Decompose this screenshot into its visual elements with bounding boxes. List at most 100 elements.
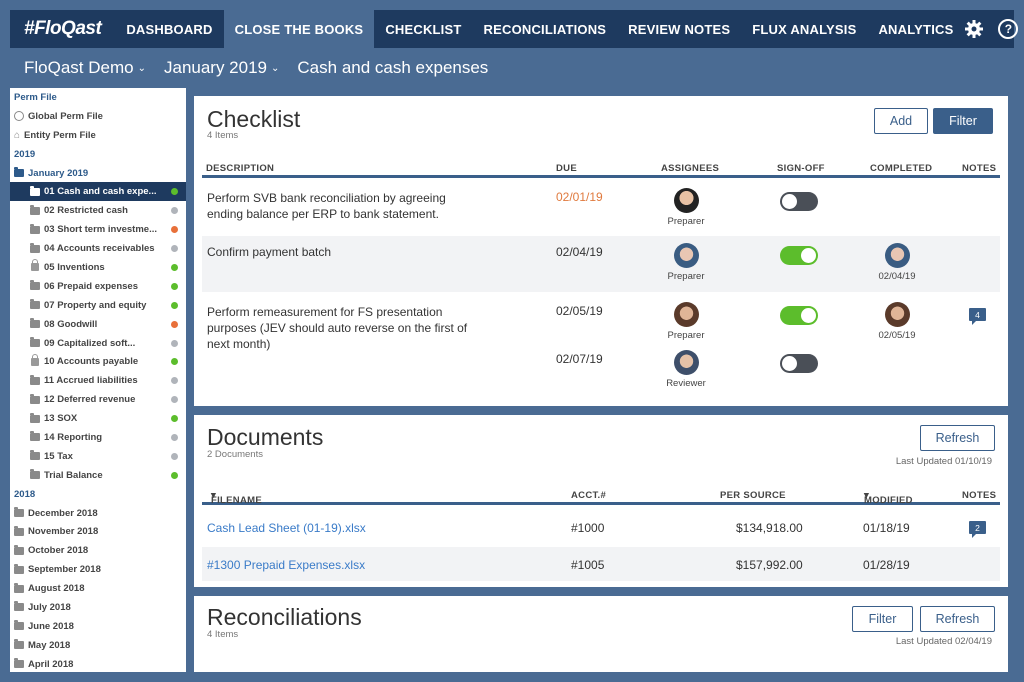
sidebar-folder-item[interactable]: 07 Property and equity xyxy=(10,296,186,315)
col-completed[interactable]: COMPLETED xyxy=(870,163,932,174)
sidebar-folder-item[interactable]: 13 SOX xyxy=(10,409,186,428)
sign-off-toggle[interactable] xyxy=(780,306,818,325)
folder-icon xyxy=(14,167,24,177)
col-sign-off[interactable]: SIGN-OFF xyxy=(777,163,825,174)
sidebar-folder-item[interactable]: 06 Prepaid expenses xyxy=(10,277,186,296)
sidebar-month-item[interactable]: August 2018 xyxy=(10,579,186,598)
acct-number: #1005 xyxy=(571,558,605,572)
folder-icon xyxy=(30,318,40,329)
sidebar-folder-item[interactable]: 02 Restricted cash xyxy=(10,201,186,220)
sidebar-item-entity-perm[interactable]: ⌂ Entity Perm File xyxy=(10,126,186,145)
col-notes[interactable]: NOTES xyxy=(962,163,996,174)
due-date: 02/01/19 xyxy=(556,190,603,204)
table-row[interactable]: Perform remeasurement for FS presentatio… xyxy=(202,292,1000,402)
sidebar-month-item[interactable]: September 2018 xyxy=(10,560,186,579)
documents-header: FILENAME ▾ ACCT.# PER SOURCE MODIFIED ▾ … xyxy=(202,485,1000,506)
table-row[interactable]: Perform SVB bank reconciliation by agree… xyxy=(202,182,1000,236)
col-due[interactable]: DUE xyxy=(556,163,577,174)
sidebar-month-item[interactable]: July 2018 xyxy=(10,598,186,617)
refresh-button[interactable]: Refresh xyxy=(920,606,995,632)
add-button[interactable]: Add xyxy=(874,108,928,134)
folder-icon xyxy=(14,620,24,631)
year-2019-heading[interactable]: 2019 xyxy=(10,145,186,164)
sidebar-folder-item[interactable]: 10 Accounts payable xyxy=(10,352,186,371)
nav-reconciliations[interactable]: RECONCILIATIONS xyxy=(473,10,618,48)
sidebar-month-item[interactable]: October 2018 xyxy=(10,541,186,560)
period-selector[interactable]: January 2019 ⌄ xyxy=(164,58,279,78)
documents-panel: Documents 2 Documents Refresh Last Updat… xyxy=(194,415,1008,587)
sidebar-month-item[interactable]: May 2018 xyxy=(10,636,186,655)
sign-off-toggle[interactable] xyxy=(780,354,818,373)
sidebar-folder-item[interactable]: 03 Short term investme... xyxy=(10,220,186,239)
sign-off-toggle[interactable] xyxy=(780,192,818,211)
col-notes[interactable]: NOTES xyxy=(962,490,996,501)
sidebar-folder-item[interactable]: 08 Goodwill xyxy=(10,315,186,334)
floqast-logo[interactable]: #FloQast xyxy=(10,18,115,40)
nav-dashboard[interactable]: DASHBOARD xyxy=(115,10,223,48)
help-icon[interactable]: ? xyxy=(998,19,1019,39)
status-dot xyxy=(171,301,178,309)
sidebar-folder-item[interactable]: 14 Reporting xyxy=(10,428,186,447)
sidebar-item-label: 09 Capitalized soft... xyxy=(44,337,136,349)
sidebar-folder-item[interactable]: 15 Tax xyxy=(10,447,186,466)
assignee[interactable]: Preparer xyxy=(656,302,716,341)
nav-flux-analysis[interactable]: FLUX ANALYSIS xyxy=(741,10,867,48)
table-row[interactable]: Cash Lead Sheet (01-19).xlsx #1000 $134,… xyxy=(202,509,1000,547)
checklist-panel: Checklist 4 Items Add Filter DESCRIPTION… xyxy=(194,96,1008,406)
table-row[interactable]: #1300 Prepaid Expenses.xlsx #1005 $157,9… xyxy=(202,547,1000,581)
notes-badge[interactable]: 2 xyxy=(969,521,986,538)
sidebar-folder-item[interactable]: 04 Accounts receivables xyxy=(10,239,186,258)
col-modified[interactable]: MODIFIED ▾ xyxy=(864,490,913,506)
acct-number: #1000 xyxy=(571,521,605,535)
task-description: Perform remeasurement for FS presentatio… xyxy=(207,305,468,351)
sidebar-folder-item[interactable]: 09 Capitalized soft... xyxy=(10,334,186,353)
sidebar-folder-item[interactable]: 01 Cash and cash expe... xyxy=(10,182,186,202)
file-link[interactable]: Cash Lead Sheet (01-19).xlsx xyxy=(207,521,366,535)
sidebar-item-label: 01 Cash and cash expe... xyxy=(44,186,157,198)
col-description[interactable]: DESCRIPTION xyxy=(206,163,274,174)
sidebar-item-global-perm[interactable]: Global Perm File xyxy=(10,107,186,126)
sidebar-folder-item[interactable]: Trial Balance xyxy=(10,466,186,485)
folder-icon xyxy=(14,525,24,536)
sidebar-month-item[interactable]: April 2018 xyxy=(10,655,186,672)
notes-badge[interactable]: 4 xyxy=(969,308,986,325)
assignee[interactable]: Preparer xyxy=(656,243,716,282)
year-2018-heading[interactable]: 2018 xyxy=(10,485,186,504)
sidebar-folder-item[interactable]: 12 Deferred revenue xyxy=(10,390,186,409)
nav-close-the-books[interactable]: CLOSE THE BOOKS xyxy=(223,10,375,48)
sidebar-month-item[interactable]: November 2018 xyxy=(10,522,186,541)
table-row[interactable]: Confirm payment batch 02/04/19 Preparer … xyxy=(202,236,1000,292)
status-dot xyxy=(171,415,178,423)
sign-off-toggle[interactable] xyxy=(780,246,818,265)
task-description: Confirm payment batch xyxy=(207,245,332,259)
refresh-button[interactable]: Refresh xyxy=(920,425,995,451)
reconciliations-title: Reconciliations xyxy=(207,604,362,630)
col-assignees[interactable]: ASSIGNEES xyxy=(661,163,719,174)
nav-analytics[interactable]: ANALYTICS xyxy=(867,10,964,48)
sidebar-item-label: June 2018 xyxy=(28,620,74,632)
sidebar-folder-item[interactable]: 05 Inventions xyxy=(10,258,186,277)
documents-count: 2 Documents xyxy=(207,449,263,460)
sidebar-item-january-2019[interactable]: January 2019 xyxy=(10,164,186,183)
folder-icon xyxy=(30,450,40,461)
status-dot xyxy=(171,188,178,196)
assignee[interactable]: Reviewer xyxy=(656,350,716,389)
col-per-source[interactable]: PER SOURCE xyxy=(720,490,786,501)
col-acct[interactable]: ACCT.# xyxy=(571,490,606,501)
folder-icon xyxy=(30,185,40,196)
filter-button[interactable]: Filter xyxy=(933,108,993,134)
sidebar-folder-item[interactable]: 11 Accrued liabilities xyxy=(10,371,186,390)
filter-button[interactable]: Filter xyxy=(852,606,913,632)
nav-checklist[interactable]: CHECKLIST xyxy=(374,10,472,48)
file-link[interactable]: #1300 Prepaid Expenses.xlsx xyxy=(207,558,365,572)
gear-icon[interactable] xyxy=(964,19,984,39)
col-filename[interactable]: FILENAME ▾ xyxy=(211,490,262,506)
sidebar-month-item[interactable]: June 2018 xyxy=(10,617,186,636)
assignee[interactable]: Preparer xyxy=(656,188,716,227)
sidebar-month-item[interactable]: December 2018 xyxy=(10,504,186,523)
nav-review-notes[interactable]: REVIEW NOTES xyxy=(617,10,741,48)
status-dot xyxy=(171,320,178,328)
sidebar-item-label: 05 Inventions xyxy=(44,261,105,273)
company-selector[interactable]: FloQast Demo ⌄ xyxy=(24,58,146,78)
assignee-role: Reviewer xyxy=(666,378,706,389)
